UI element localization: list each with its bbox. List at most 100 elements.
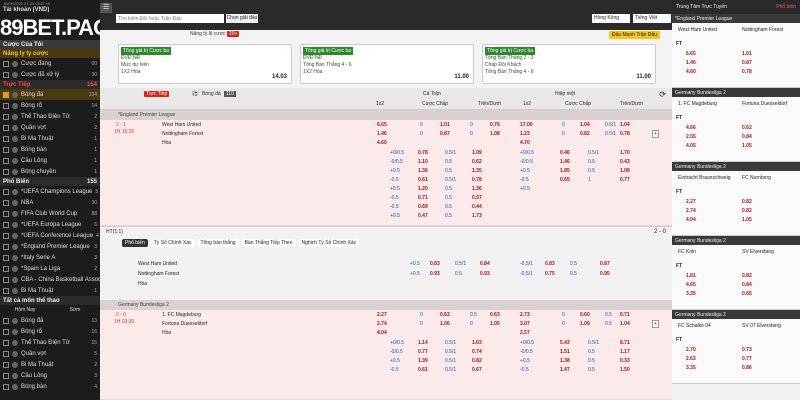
odds-cell[interactable]: 0.95 — [600, 271, 610, 277]
more-markets-button[interactable]: + — [652, 320, 659, 328]
odds-cell[interactable]: 0.74 — [472, 349, 482, 355]
checkbox-icon[interactable] — [3, 232, 9, 239]
promo-odds[interactable]: 14.03 — [272, 74, 287, 80]
checkbox-icon[interactable] — [3, 372, 9, 379]
tab-today[interactable]: Hôm Nay — [0, 307, 50, 313]
tab-football[interactable]: Bóng đá — [202, 91, 221, 97]
sidebar-item[interactable]: *UEFA Conference League 4 — [0, 230, 100, 241]
popular-header[interactable]: Phổ Biến 155 — [0, 177, 100, 186]
odds-cell[interactable]: 0.60 — [580, 312, 590, 318]
odds-cell[interactable]: 1.08 — [620, 168, 630, 174]
odds-cell[interactable]: 0.62 — [472, 159, 482, 165]
sidebar-item[interactable]: Bóng chuyền 1 — [0, 166, 100, 177]
league-select-button[interactable]: Chọn giải đấu — [226, 14, 258, 23]
market-filter[interactable]: Tỷ Số Chính Xác — [150, 239, 195, 247]
odds-cell[interactable]: 0.69 — [418, 204, 428, 210]
odds-cell[interactable]: 0.43 — [620, 159, 630, 165]
tab-popular[interactable]: Phổ biến — [776, 4, 796, 10]
odds-cell[interactable]: 4.65 — [686, 282, 696, 288]
sidebar-item[interactable]: Bóng đá 13 — [0, 315, 100, 326]
odds-cell[interactable]: 0.61 — [418, 177, 428, 183]
live-match-card[interactable]: *England Premier League West Ham United No… — [672, 14, 800, 88]
odds-cell[interactable]: 0.46 — [560, 150, 570, 156]
more-markets-button[interactable]: + — [652, 130, 659, 138]
sidebar-item[interactable]: Quần vợt 5 — [0, 348, 100, 359]
market-filter[interactable]: Phổ biến — [122, 239, 148, 247]
odds-cell[interactable]: 0.73 — [742, 347, 752, 353]
odds-cell[interactable]: 0.47 — [418, 213, 428, 219]
sidebar-item[interactable]: *Italy Serie A 3 — [0, 252, 100, 263]
checkbox-icon[interactable] — [3, 168, 9, 175]
sidebar-item[interactable]: Bóng bàn 4 — [0, 381, 100, 392]
sidebar-item[interactable]: Thể Thao Điện Tử 2 — [0, 111, 100, 122]
checkbox-icon[interactable] — [3, 287, 9, 294]
sidebar-item[interactable]: Bóng bàn 1 — [0, 144, 100, 155]
odds-cell[interactable]: 1.50 — [620, 367, 630, 373]
odds-cell[interactable]: 0.82 — [742, 199, 752, 205]
odds-cell[interactable]: 1.36 — [418, 168, 428, 174]
checkbox-icon[interactable] — [3, 276, 9, 283]
odds-cell[interactable]: 1.05 — [742, 143, 752, 149]
sidebar-item[interactable]: Bi Ma Thuật 1 — [0, 133, 100, 144]
sidebar-item[interactable]: *UEFA Champions League 5 — [0, 186, 100, 197]
checkbox-icon[interactable] — [3, 124, 9, 131]
odds-cell[interactable]: 1.46 — [377, 131, 387, 137]
odds-cell[interactable]: 0.87 — [742, 60, 752, 66]
checkbox-icon[interactable] — [3, 146, 9, 153]
market-filter[interactable]: Bàn Thắng Tiếp Theo — [241, 239, 296, 247]
odds-cell[interactable]: 8.71 — [620, 340, 630, 346]
odds-cell[interactable]: 4.04 — [686, 217, 696, 223]
checkbox-icon[interactable] — [3, 60, 9, 67]
promo-odds[interactable]: 11.00 — [454, 74, 469, 80]
sidebar-item[interactable]: Cầu Lông 3 — [0, 370, 100, 381]
league-header-bundesliga[interactable]: Germany Bundesliga 2 — [100, 300, 672, 310]
odds-cell[interactable]: 2.74 — [686, 208, 696, 214]
odds-cell[interactable]: 0.71 — [418, 195, 428, 201]
odds-cell[interactable]: 1.09 — [472, 150, 482, 156]
odds-cell[interactable]: 0.93 — [430, 271, 440, 277]
odds-cell[interactable]: 1.09 — [580, 321, 590, 327]
live-match-card[interactable]: Germany Bundesliga 2 Eintracht Braunschwe… — [672, 162, 800, 236]
odds-cell[interactable]: 0.86 — [742, 365, 752, 371]
odds-cell[interactable]: 0.77 — [620, 177, 630, 183]
odds-cell[interactable]: 2.27 — [686, 199, 696, 205]
odds-cell[interactable]: 0.83 — [430, 261, 440, 267]
odds-cell[interactable]: 0.76 — [490, 122, 500, 128]
odds-cell[interactable]: 1.81 — [686, 273, 696, 279]
all-sports-header[interactable]: Tất cả môn thể thao — [0, 296, 100, 305]
promo-link[interactable]: Đấu Mạnh Trận Đấu — [608, 31, 660, 39]
odds-cell[interactable]: 1.36 — [472, 186, 482, 192]
odds-cell[interactable]: 3.35 — [686, 291, 696, 297]
checkbox-icon[interactable] — [3, 339, 9, 346]
odds-cell[interactable]: 4.60 — [377, 140, 387, 146]
odds-cell[interactable]: 0.61 — [418, 367, 428, 373]
odds-cell[interactable]: 4.60 — [686, 69, 696, 75]
sidebar-item[interactable]: Cược đang 00 — [0, 58, 100, 69]
live-center-title[interactable]: Trung Tâm Trực Tuyến — [676, 4, 727, 10]
my-bets-header[interactable]: Cược Của Tôi — [0, 40, 100, 49]
checkbox-icon[interactable] — [3, 221, 9, 228]
odds-cell[interactable]: 0.71 — [620, 312, 630, 318]
sidebar-item[interactable]: *UEFA Europa League 6 — [0, 219, 100, 230]
account-label[interactable]: Tài khoản (VND) — [3, 7, 49, 13]
promo-card[interactable]: Tổng giá trị Cược ba Tổng Bàn Thắng 2 - 3… — [482, 44, 656, 84]
checkbox-icon[interactable] — [3, 328, 9, 335]
sidebar-item[interactable]: *England Premier League 3 — [0, 241, 100, 252]
odds-cell[interactable]: 1.14 — [418, 340, 428, 346]
checkbox-icon[interactable] — [3, 135, 9, 142]
odds-cell[interactable]: 0.77 — [742, 356, 752, 362]
market-filter[interactable]: Nghịch Tỷ Số Chính Xác — [298, 239, 360, 247]
checkbox-icon[interactable] — [3, 71, 9, 78]
sidebar-item[interactable]: Cầu Lông 1 — [0, 155, 100, 166]
promo-card[interactable]: Tổng giá trị Cược ba ĐVĐ NĐ Tổng Bàn Thắng… — [300, 44, 474, 84]
odds-cell[interactable]: 0.82 — [742, 208, 752, 214]
checkbox-icon[interactable] — [3, 317, 9, 324]
odds-cell[interactable]: 17.00 — [520, 122, 533, 128]
odds-cell[interactable]: 2.70 — [686, 347, 696, 353]
odds-cell[interactable]: 2.57 — [520, 330, 530, 336]
odds-cell[interactable]: 0.78 — [472, 177, 482, 183]
odds-cell[interactable]: 0.84 — [742, 282, 752, 288]
checkbox-icon[interactable] — [3, 91, 9, 98]
odds-cell[interactable]: 1.01 — [440, 122, 450, 128]
checkbox-icon[interactable] — [3, 210, 9, 217]
